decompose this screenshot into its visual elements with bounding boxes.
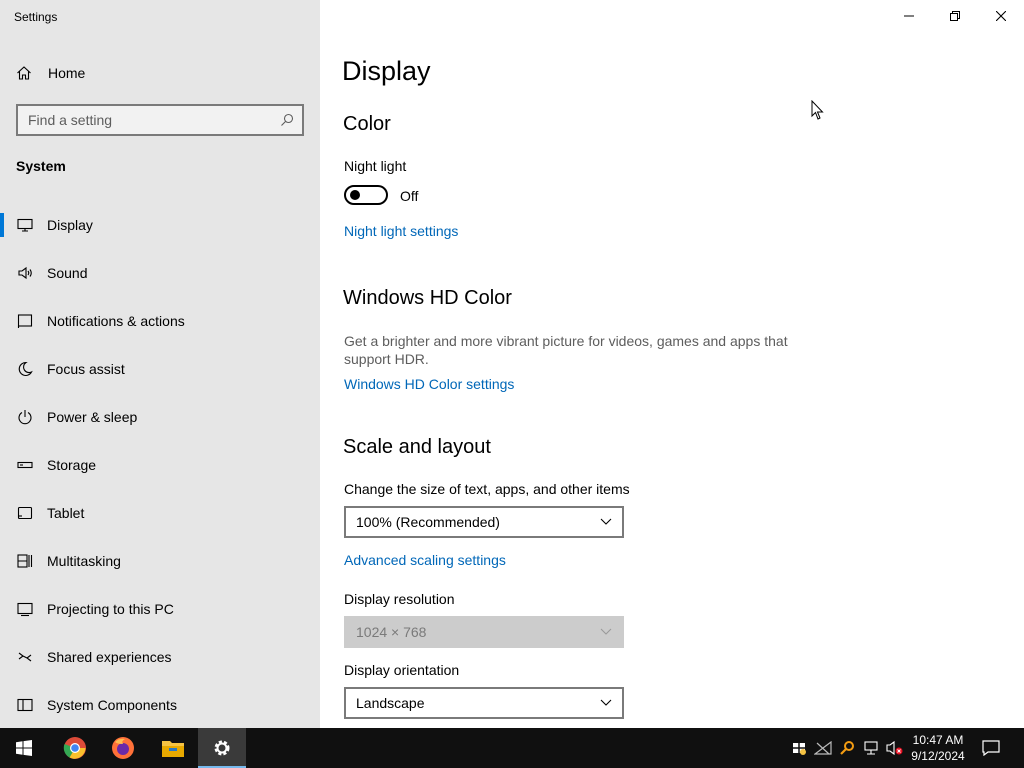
page-title: Display [342,56,431,86]
sidebar-item-label: Shared experiences [47,649,172,665]
sidebar-item-focus-assist[interactable]: Focus assist [0,345,320,393]
chevron-down-icon [600,699,612,706]
home-nav-item[interactable]: Home [16,62,85,84]
tablet-icon [16,504,34,522]
taskbar-settings[interactable] [198,728,246,768]
scale-value: 100% (Recommended) [356,514,500,530]
firefox-icon [112,737,134,759]
taskbar-firefox[interactable] [99,728,147,768]
home-icon [17,66,31,80]
main-content: Display Color Night light Off Night ligh… [320,0,1024,728]
hd-color-settings-link[interactable]: Windows HD Color settings [344,376,514,392]
app-title: Settings [14,10,58,24]
sidebar: Settings Home System Display Sound Notif… [0,0,320,728]
scale-dropdown[interactable]: 100% (Recommended) [344,506,624,538]
color-heading: Color [343,113,391,135]
sidebar-item-tablet[interactable]: Tablet [0,489,320,537]
scale-label: Change the size of text, apps, and other… [344,481,630,497]
sidebar-item-label: Sound [47,265,88,281]
orientation-label: Display orientation [344,662,460,678]
sidebar-item-shared-experiences[interactable]: Shared experiences [0,633,320,681]
taskbar: 10:47 AM 9/12/2024 [0,728,1024,768]
orientation-value: Landscape [356,695,425,711]
tray-security-icon[interactable] [789,738,809,758]
sidebar-item-system-components[interactable]: System Components [0,681,320,729]
hd-color-heading: Windows HD Color [343,287,512,309]
moon-icon [16,360,34,378]
hd-color-description: Get a brighter and more vibrant picture … [344,333,788,367]
speaker-icon [16,264,34,282]
search-icon[interactable] [280,113,294,127]
sidebar-item-label: Display [47,217,93,233]
resolution-label: Display resolution [344,591,455,607]
sidebar-item-label: Multitasking [47,553,121,569]
notification-icon [16,312,34,330]
sidebar-item-label: Focus assist [47,361,125,377]
settings-gear-icon [214,740,230,756]
windows-start-icon [16,740,32,756]
storage-icon [16,456,34,474]
chevron-down-icon [600,518,612,525]
night-light-state: Off [400,188,419,204]
sidebar-nav: Display Sound Notifications & actions Fo… [0,201,320,729]
taskbar-chrome[interactable] [51,728,99,768]
toggle-knob [350,190,360,200]
system-components-icon [16,696,34,714]
clock-date: 9/12/2024 [911,749,965,763]
sidebar-item-storage[interactable]: Storage [0,441,320,489]
search-box[interactable] [16,104,304,136]
tray-network-icon[interactable] [861,738,881,758]
night-light-settings-link[interactable]: Night light settings [344,223,458,239]
section-label-system: System [16,158,66,174]
sidebar-item-sound[interactable]: Sound [0,249,320,297]
action-center-button[interactable] [981,738,1001,758]
power-icon [16,408,34,426]
multitasking-icon [16,552,34,570]
taskbar-file-explorer[interactable] [149,728,197,768]
tray-search-key-icon[interactable] [837,738,857,758]
resolution-value: 1024 × 768 [356,624,427,640]
chrome-icon [63,737,86,759]
sidebar-item-notifications[interactable]: Notifications & actions [0,297,320,345]
sidebar-item-label: Projecting to this PC [47,601,174,617]
file-explorer-icon [162,741,184,757]
chevron-down-icon [600,628,612,635]
tray-volume-muted-icon[interactable] [885,738,905,758]
sidebar-item-projecting[interactable]: Projecting to this PC [0,585,320,633]
projecting-icon [16,600,34,618]
mouse-cursor-icon [811,100,824,120]
orientation-dropdown[interactable]: Landscape [344,687,624,719]
shared-experiences-icon [16,648,34,666]
sidebar-item-label: Storage [47,457,97,473]
clock-time: 10:47 AM [912,733,964,747]
tray-network-off-icon[interactable] [813,738,833,758]
taskbar-clock[interactable]: 10:47 AM 9/12/2024 [906,732,970,764]
start-button[interactable] [0,728,48,768]
scale-layout-heading: Scale and layout [343,436,491,458]
sidebar-item-label: Tablet [47,505,85,521]
sidebar-item-multitasking[interactable]: Multitasking [0,537,320,585]
sidebar-item-display[interactable]: Display [0,201,320,249]
advanced-scaling-link[interactable]: Advanced scaling settings [344,552,506,568]
search-input[interactable] [28,112,280,128]
sidebar-item-label: Notifications & actions [47,313,185,329]
sidebar-item-label: System Components [47,697,177,713]
monitor-icon [16,216,34,234]
night-light-toggle[interactable] [344,185,388,205]
night-light-label: Night light [344,158,407,174]
home-label: Home [48,65,86,81]
sidebar-item-label: Power & sleep [47,409,138,425]
resolution-dropdown[interactable]: 1024 × 768 [344,616,624,648]
sidebar-item-power-sleep[interactable]: Power & sleep [0,393,320,441]
action-center-icon [982,740,1000,756]
